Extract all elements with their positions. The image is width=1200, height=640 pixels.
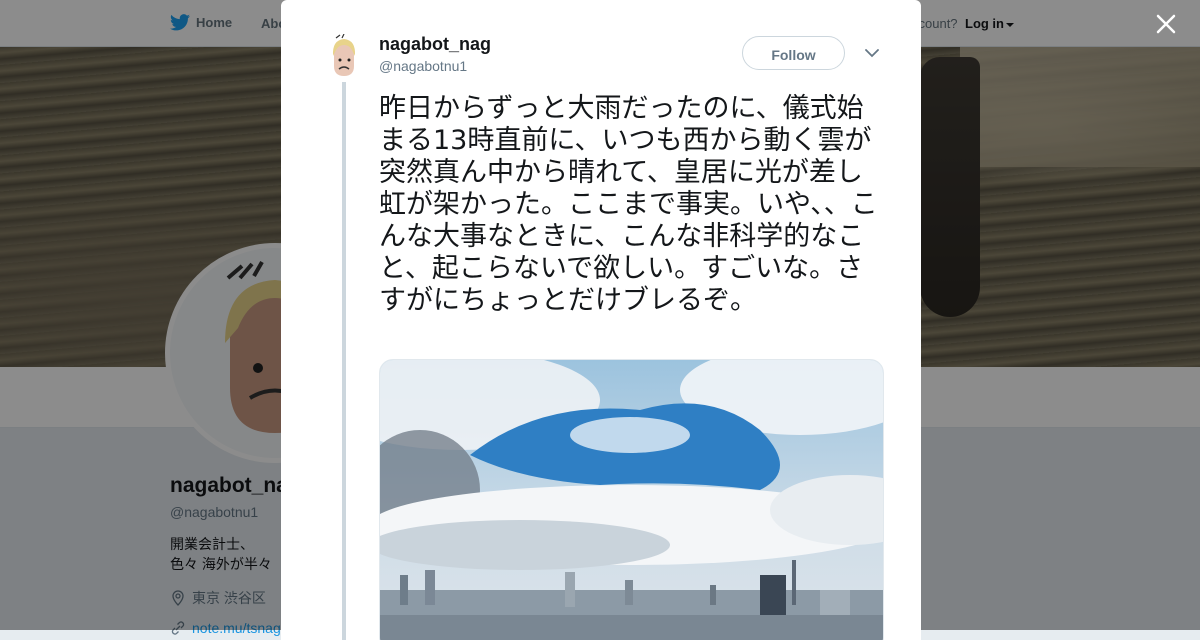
chevron-down-icon[interactable] (865, 48, 879, 58)
tweet-photo[interactable] (379, 359, 884, 640)
author-avatar[interactable] (326, 34, 362, 78)
sky-city-photo (380, 360, 883, 640)
tweet-text: 昨日からずっと大雨だったのに、儀式始まる13時直前に、いつも西から動く雲が突然真… (379, 93, 878, 316)
tweet-modal: nagabot_nag @nagabotnu1 Follow 昨日からずっと大雨… (281, 0, 921, 640)
follow-button[interactable]: Follow (742, 36, 845, 70)
author-handle[interactable]: @nagabotnu1 (379, 58, 467, 74)
close-icon[interactable] (1154, 12, 1178, 36)
thread-line (342, 82, 346, 640)
author-name[interactable]: nagabot_nag (379, 34, 491, 55)
